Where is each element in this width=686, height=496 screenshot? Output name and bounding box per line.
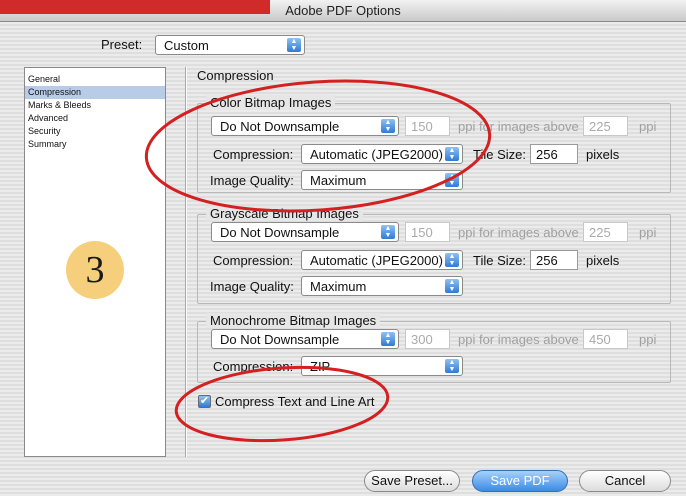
annotation-circle-color-images — [144, 79, 492, 213]
annotation-overlay — [144, 79, 492, 443]
annotation-circle-compress-text — [174, 365, 390, 443]
